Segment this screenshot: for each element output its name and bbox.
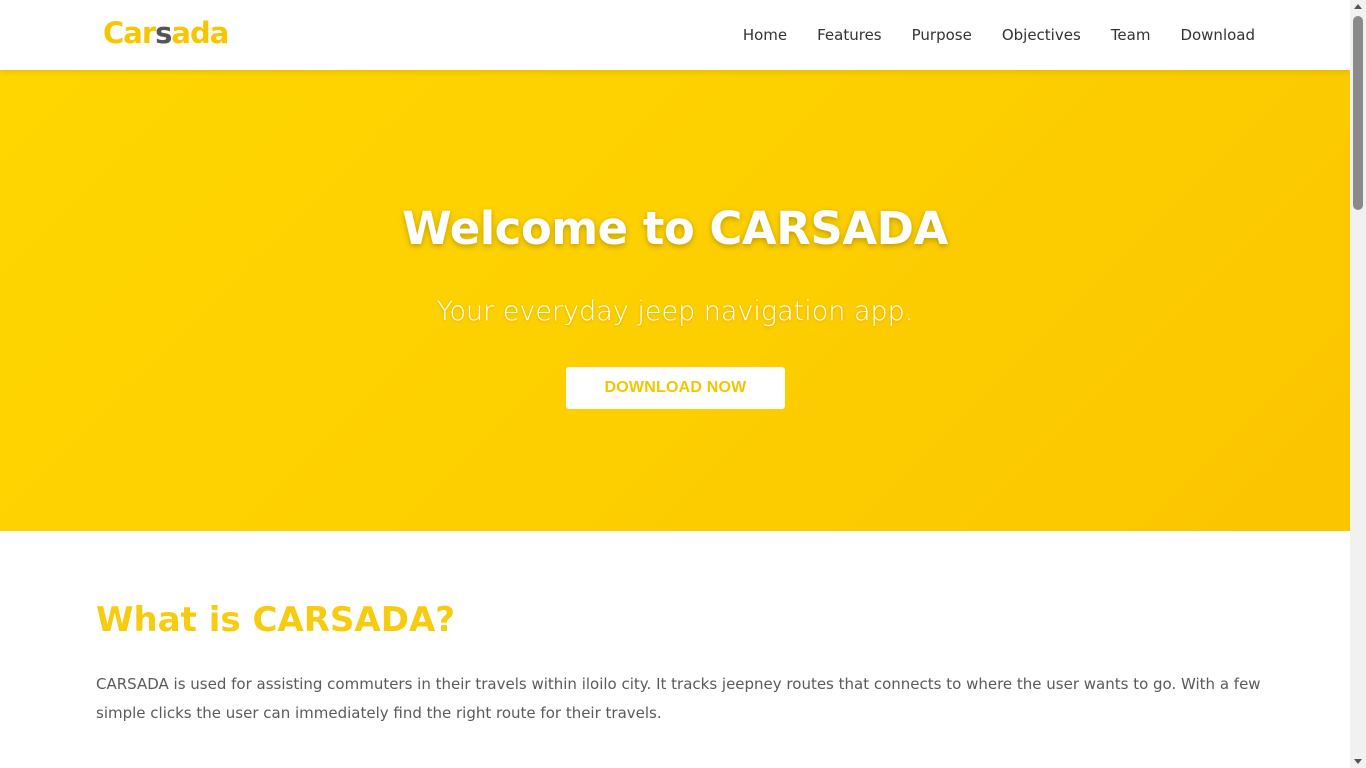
download-now-button[interactable]: DOWNLOAD NOW	[566, 367, 785, 409]
scrollbar-thumb[interactable]	[1353, 16, 1363, 210]
logo-part-s: s	[155, 16, 172, 50]
about-title: What is CARSADA?	[96, 600, 455, 640]
page: Carsada Home Features Purpose Objectives…	[0, 0, 1350, 768]
logo-part-car: Car	[103, 16, 156, 50]
navbar: Carsada Home Features Purpose Objectives…	[0, 0, 1350, 70]
logo[interactable]: Carsada	[103, 14, 229, 52]
nav-item-objectives[interactable]: Objectives	[1002, 26, 1081, 44]
scroll-down-arrow-icon[interactable]	[1354, 759, 1362, 764]
scroll-up-arrow-icon[interactable]	[1354, 4, 1362, 9]
nav-item-purpose[interactable]: Purpose	[912, 26, 972, 44]
nav-item-home[interactable]: Home	[743, 26, 787, 44]
nav-item-download[interactable]: Download	[1180, 26, 1255, 44]
hero-section: Welcome to CARSADA Your everyday jeep na…	[0, 70, 1350, 531]
nav-item-team[interactable]: Team	[1111, 26, 1151, 44]
hero-subtitle: Your everyday jeep navigation app.	[436, 296, 914, 327]
logo-part-ada: ada	[171, 16, 229, 50]
nav-links: Home Features Purpose Objectives Team Do…	[743, 0, 1255, 70]
nav-item-features[interactable]: Features	[817, 26, 882, 44]
about-text: CARSADA is used for assisting commuters …	[96, 675, 1261, 722]
page-scrollbar[interactable]	[1350, 0, 1366, 768]
hero-title: Welcome to CARSADA	[402, 202, 948, 255]
